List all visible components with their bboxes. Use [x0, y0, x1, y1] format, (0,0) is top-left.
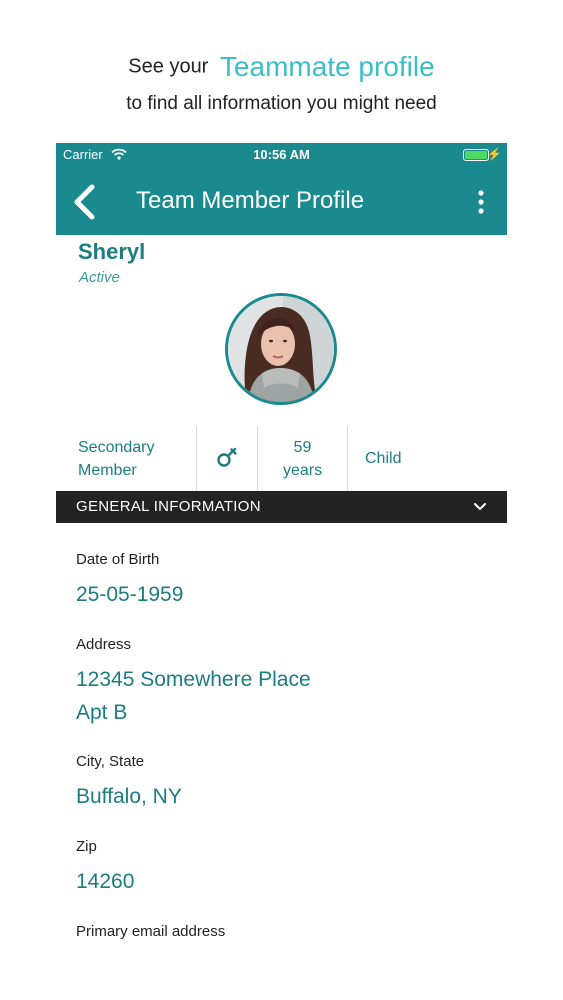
avatar: [225, 293, 337, 405]
field-value: 25-05-1959: [76, 583, 184, 606]
promo-lead: See your: [128, 55, 209, 78]
member-status: Active: [79, 269, 120, 286]
status-time: 10:56 AM: [253, 147, 310, 162]
section-title: GENERAL INFORMATION: [76, 498, 261, 515]
member-summary-strip: Secondary Member 59 years Child: [56, 426, 507, 491]
field-zip: Zip 14260: [76, 838, 134, 898]
field-city-state: City, State Buffalo, NY: [76, 753, 182, 813]
member-age-value: 59: [293, 438, 312, 456]
gender-icon: [217, 447, 237, 467]
promo-headline: See your Teammate profile: [0, 44, 563, 89]
member-role: Secondary Member: [56, 426, 197, 491]
member-role-line2: Member: [78, 461, 137, 479]
member-gender: [197, 426, 258, 491]
back-icon[interactable]: [72, 184, 98, 220]
charging-icon: ⚡: [487, 147, 502, 161]
field-address: Address 12345 Somewhere Place Apt B: [76, 636, 311, 729]
field-label: Address: [76, 636, 132, 653]
field-value: 12345 Somewhere Place Apt B: [76, 663, 311, 729]
page-title: Team Member Profile: [136, 187, 365, 214]
promo-highlight: Teammate profile: [219, 50, 435, 82]
avatar-image: [228, 296, 334, 402]
general-information-section-header[interactable]: GENERAL INFORMATION: [56, 491, 507, 523]
promo-subline: to find all information you might need: [126, 92, 437, 114]
address-line-1: 12345 Somewhere Place: [76, 668, 311, 691]
field-label: Primary email address: [76, 923, 226, 940]
field-label: City, State: [76, 753, 145, 770]
member-age: 59 years: [258, 426, 348, 491]
nav-bar: Team Member Profile: [56, 167, 507, 235]
battery-icon: [463, 149, 489, 161]
battery-level: [465, 151, 487, 159]
promo-header: See your Teammate profile to find all in…: [0, 44, 563, 119]
field-value: 14260: [76, 870, 135, 893]
member-relation: Child: [365, 450, 402, 467]
field-label: Date of Birth: [76, 551, 160, 568]
field-value: Buffalo, NY: [76, 785, 182, 808]
field-primary-email: Primary email address: [76, 923, 225, 940]
member-name: Sheryl: [78, 239, 146, 264]
field-date-of-birth: Date of Birth 25-05-1959: [76, 551, 183, 611]
member-age-unit: years: [282, 461, 323, 479]
member-role-line1: Secondary: [78, 438, 155, 456]
chevron-down-icon[interactable]: [473, 500, 487, 514]
phone-screen: Carrier 10:56 AM ⚡ Team Member Profile S…: [56, 143, 507, 1000]
field-label: Zip: [76, 838, 97, 855]
status-bar: Carrier 10:56 AM ⚡: [56, 143, 507, 167]
more-icon[interactable]: [471, 189, 491, 215]
address-line-2: Apt B: [76, 701, 128, 724]
